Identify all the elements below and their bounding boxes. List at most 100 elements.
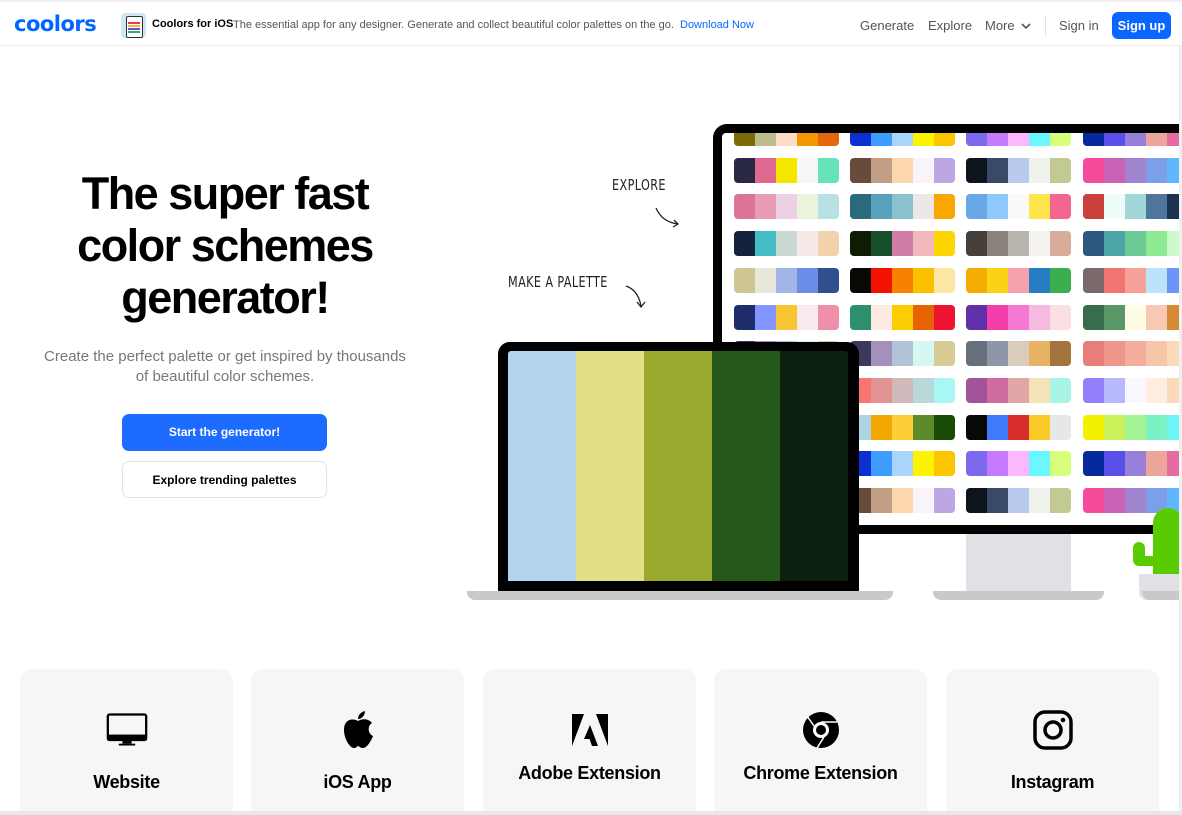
palette-swatch: [871, 341, 892, 367]
ios-app-thumbnail-icon[interactable]: [121, 13, 146, 38]
palette-swatch: [776, 304, 797, 330]
download-now-link[interactable]: Download Now: [680, 19, 754, 31]
palette-swatch: [1050, 304, 1071, 330]
palette-swatch: [892, 133, 913, 146]
card-ios-app[interactable]: iOS App: [251, 669, 464, 815]
palette-swatch: [1146, 414, 1167, 440]
nav-explore[interactable]: Explore: [928, 18, 972, 33]
promo-text: The essential app for any designer. Gene…: [233, 19, 674, 31]
palette-swatch: [892, 377, 913, 403]
palette-swatch: [1008, 133, 1029, 146]
palette-swatch: [1104, 231, 1125, 257]
palette-swatch: [1050, 414, 1071, 440]
palette-swatch: [871, 133, 892, 146]
palette-swatch: [1029, 231, 1050, 257]
palette-swatch: [1104, 377, 1125, 403]
palette-swatch: [850, 133, 871, 146]
palette-swatch: [1050, 267, 1071, 293]
palette-card: [850, 231, 955, 257]
palette-swatch: [1029, 488, 1050, 513]
palette-swatch: [1050, 377, 1071, 403]
palette-swatch: [1104, 341, 1125, 367]
apple-icon: [337, 709, 379, 751]
palette-swatch: [818, 267, 839, 293]
coolors-logo[interactable]: coolors: [14, 13, 97, 35]
palette-swatch: [934, 451, 955, 477]
palette-swatch: [871, 157, 892, 183]
palette-swatch: [934, 414, 955, 440]
palette-card: [850, 194, 955, 220]
palette-card: [1083, 341, 1182, 367]
palette-swatch: [1083, 194, 1104, 220]
nav-generate[interactable]: Generate: [860, 18, 914, 33]
card-instagram[interactable]: Instagram: [946, 669, 1159, 815]
card-label: iOS App: [323, 772, 392, 792]
palette-card: [734, 157, 839, 183]
palette-swatch: [1008, 304, 1029, 330]
palette-swatch: [1083, 414, 1104, 440]
palette-swatch: [1050, 451, 1071, 477]
palette-card: [1083, 133, 1182, 146]
palette-swatch: [892, 231, 913, 257]
palette-swatch: [892, 488, 913, 513]
palette-swatch: [1008, 414, 1029, 440]
palette-swatch: [755, 267, 776, 293]
palette-card: [850, 451, 955, 477]
promo-title: Coolors for iOS: [152, 18, 234, 30]
palette-swatch: [987, 451, 1008, 477]
start-generator-button[interactable]: Start the generator!: [122, 414, 327, 451]
palette-swatch: [913, 194, 934, 220]
palette-swatch: [871, 194, 892, 220]
nav-sign-in[interactable]: Sign in: [1059, 18, 1099, 33]
palette-swatch: [1083, 133, 1104, 146]
explore-trending-button[interactable]: Explore trending palettes: [122, 461, 327, 498]
sign-up-button[interactable]: Sign up: [1112, 12, 1171, 39]
palette-swatch: [871, 304, 892, 330]
laptop-palette: [508, 351, 848, 581]
palette-swatch: [1083, 488, 1104, 513]
palette-swatch: [797, 194, 818, 220]
palette-swatch: [734, 157, 755, 183]
palette-swatch: [818, 231, 839, 257]
palette-swatch: [755, 133, 776, 146]
chevron-down-icon[interactable]: [1020, 20, 1032, 32]
nav-more[interactable]: More: [985, 18, 1015, 33]
palette-swatch: [1008, 231, 1029, 257]
palette-swatch: [1104, 488, 1125, 513]
palette-swatch: [934, 157, 955, 183]
card-chrome-extension[interactable]: Chrome Extension: [714, 669, 927, 815]
card-adobe-extension[interactable]: Adobe Extension: [483, 669, 696, 815]
cactus-icon: [1153, 508, 1182, 578]
curved-arrow-icon: [655, 207, 680, 228]
palette-swatch: [1125, 488, 1146, 513]
palette-swatch: [576, 351, 644, 581]
palette-swatch: [913, 157, 934, 183]
palette-swatch: [892, 414, 913, 440]
palette-swatch: [734, 231, 755, 257]
palette-card: [1083, 231, 1182, 257]
palette-swatch: [987, 194, 1008, 220]
palette-swatch: [755, 231, 776, 257]
palette-card: [966, 304, 1071, 330]
palette-swatch: [1083, 231, 1104, 257]
palette-swatch: [934, 488, 955, 513]
top-navigation-bar: coolors Coolors for iOS The essential ap…: [0, 0, 1182, 46]
palette-swatch: [780, 351, 848, 581]
palette-swatch: [734, 304, 755, 330]
palette-swatch: [850, 231, 871, 257]
palette-swatch: [892, 157, 913, 183]
palette-swatch: [1125, 414, 1146, 440]
palette-swatch: [966, 194, 987, 220]
palette-swatch: [987, 414, 1008, 440]
palette-card: [734, 231, 839, 257]
palette-swatch: [1125, 231, 1146, 257]
palette-swatch: [913, 414, 934, 440]
card-website[interactable]: Website: [20, 669, 233, 815]
palette-swatch: [776, 194, 797, 220]
annotation-make-palette: MAKE A PALETTE: [508, 273, 608, 291]
palette-swatch: [755, 194, 776, 220]
palette-swatch: [850, 267, 871, 293]
palette-swatch: [892, 341, 913, 367]
palette-swatch: [1008, 451, 1029, 477]
palette-card: [966, 267, 1071, 293]
